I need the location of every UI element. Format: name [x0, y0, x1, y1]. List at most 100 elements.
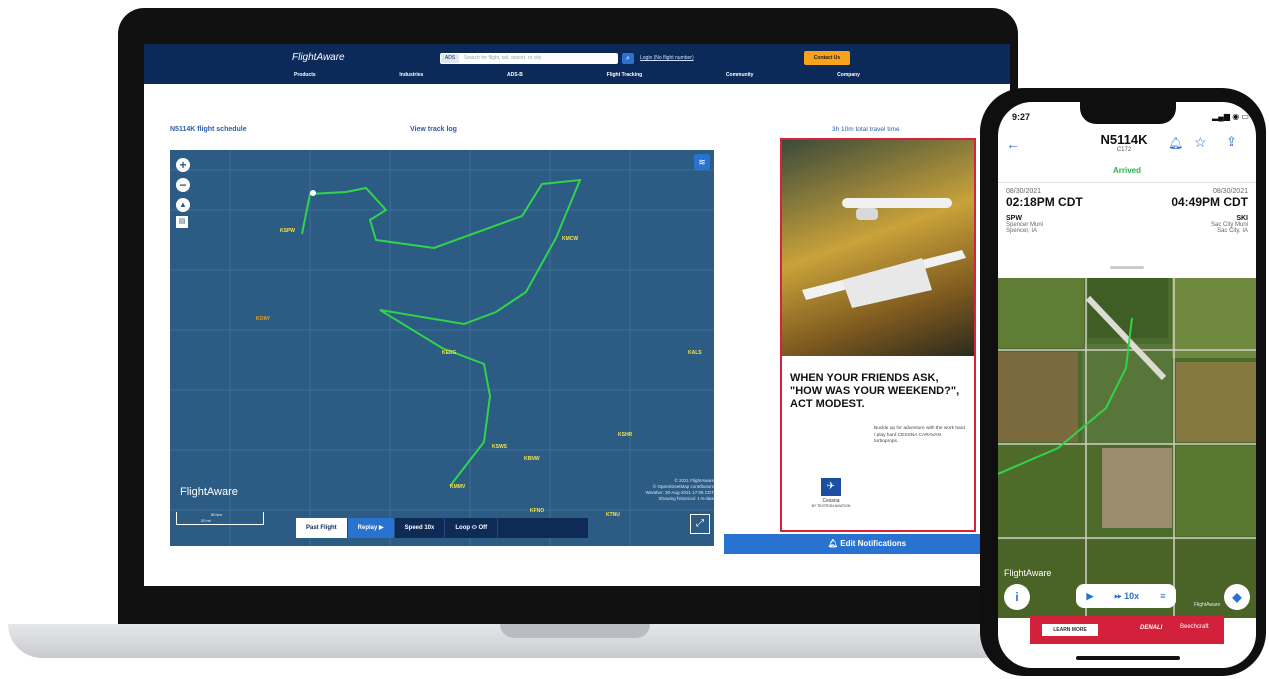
- toggle-icon: ⬭: [471, 525, 477, 531]
- search-placeholder: Search for flight, tail, airport, or cit…: [464, 55, 542, 61]
- arrival-date: 08/30/2021: [1212, 188, 1248, 195]
- phone-screen: 9:27 ▂▄▆ ◉ ▭ ← N5114K C172 🔔︎ ☆ ⇪ Arrive…: [998, 102, 1256, 668]
- ad-body: Buckle up for adventure with the work ha…: [874, 426, 965, 444]
- phone-replay-controls: ▶ ⏩︎ 10x ≡: [1076, 584, 1176, 608]
- search-input[interactable]: ADS Search for flight, tail, airport, or…: [440, 53, 618, 64]
- loop-state: Off: [478, 525, 488, 531]
- flight-map[interactable]: + − ▲ ▤ ≋ KSPW KMCW KOAY KEDG KALS KSHR …: [170, 150, 714, 546]
- ad-brand-beechcraft: Beechcraft: [1180, 624, 1209, 630]
- airport-label[interactable]: KSPW: [280, 228, 295, 234]
- airport-label[interactable]: KSHR: [618, 432, 632, 438]
- speed-button[interactable]: ⏩︎ 10x: [1114, 591, 1139, 602]
- back-arrow-icon: ←: [1006, 136, 1020, 152]
- cessna-ad[interactable]: WHEN YOUR FRIENDS ASK, "HOW WAS YOUR WEE…: [780, 138, 976, 532]
- airport-label[interactable]: KMMV: [450, 484, 465, 490]
- learn-more-button[interactable]: LEARN MORE: [1042, 624, 1098, 636]
- print-button[interactable]: ▤: [176, 216, 188, 228]
- ad-brand-sub: BY TEXTRON AVIATION: [811, 504, 851, 508]
- replay-controls: Past Flight Replay ▶ Speed 10x Loop ⬭ Of…: [296, 518, 588, 538]
- flight-title: N5114K C172: [1094, 132, 1154, 153]
- phone-map-watermark: FlightAware: [1194, 602, 1221, 608]
- airport-label[interactable]: KEDG: [442, 350, 456, 356]
- ad-aircraft-photo: [782, 140, 974, 356]
- arrival-code[interactable]: SKI: [1171, 215, 1248, 222]
- fast-forward-icon: ⏩︎: [1114, 590, 1122, 601]
- track-log-link[interactable]: View track log: [410, 126, 457, 133]
- airport-label[interactable]: KSWS: [492, 444, 507, 450]
- sheet-handle[interactable]: [1110, 266, 1144, 269]
- fullscreen-button[interactable]: ⤢: [690, 514, 710, 534]
- map-flightaware-logo: FlightAware: [180, 486, 238, 498]
- main-nav: Products Industries ADS-B Flight Trackin…: [294, 72, 860, 80]
- nav-products[interactable]: Products: [294, 72, 316, 80]
- laptop-notch: [500, 624, 650, 638]
- nav-ads-b[interactable]: ADS-B: [507, 72, 523, 80]
- star-icon: ☆: [1194, 134, 1207, 150]
- flight-track: [301, 178, 582, 487]
- layers-button[interactable]: ≋: [694, 154, 710, 170]
- map-attribution: © 2021 FlightAware © OpenStreetMap contr…: [610, 478, 714, 502]
- play-button[interactable]: ▶: [1087, 591, 1094, 602]
- airplane-icon: [802, 198, 966, 308]
- ad-brand-denali: DENALI: [1140, 625, 1163, 631]
- search-button[interactable]: ⌕: [622, 53, 634, 64]
- replay-button[interactable]: Replay ▶: [347, 518, 395, 538]
- tail-number: N5114K: [1100, 132, 1148, 147]
- compass-icon: ▲: [179, 200, 187, 209]
- nav-flight-tracking[interactable]: Flight Tracking: [607, 72, 643, 80]
- airport-label[interactable]: KOAY: [256, 316, 270, 322]
- print-icon: ▤: [178, 218, 186, 225]
- flightaware-logo[interactable]: FlightAware: [292, 52, 345, 63]
- phone-ad-banner[interactable]: LEARN MORE DENALI Beechcraft: [1030, 616, 1224, 644]
- edit-notifications-button[interactable]: 🔔︎ Edit Notifications: [724, 534, 1010, 554]
- flight-schedule-link[interactable]: N5114K flight schedule: [170, 126, 247, 133]
- speed-control[interactable]: Speed 10x: [395, 518, 446, 538]
- cessna-logo-icon: ✈: [821, 478, 841, 496]
- laptop-screen: FlightAware ADS Search for flight, tail,…: [144, 44, 1010, 586]
- compass-button[interactable]: ▲: [176, 198, 190, 212]
- scale-mi: 20 mi: [201, 518, 211, 523]
- aircraft-marker[interactable]: [310, 190, 316, 196]
- home-indicator[interactable]: [1076, 656, 1180, 660]
- layers-button[interactable]: ◆: [1224, 584, 1250, 610]
- register-link[interactable]: Login (No flight number): [640, 55, 694, 61]
- aircraft-type: C172: [1116, 147, 1132, 153]
- departure-block: 08/30/2021 02:18PM CDT SPW Spencer Muni …: [1006, 188, 1083, 234]
- airport-label[interactable]: KTNU: [606, 512, 620, 518]
- airport-label[interactable]: KALS: [688, 350, 702, 356]
- flight-status: Arrived: [1112, 166, 1141, 175]
- site-header: FlightAware ADS Search for flight, tail,…: [144, 44, 1010, 84]
- airport-label[interactable]: KFNO: [530, 508, 544, 514]
- arrival-time: 04:49PM CDT: [1171, 195, 1248, 209]
- favorite-button[interactable]: ☆: [1194, 134, 1207, 151]
- nav-industries[interactable]: Industries: [399, 72, 423, 80]
- share-button[interactable]: ⇪: [1226, 134, 1237, 150]
- phone-satellite-map[interactable]: FlightAware i ◆ ▶ ⏩︎ 10x ≡ FlightAware: [998, 278, 1256, 618]
- phone-map-logo: FlightAware: [1004, 568, 1052, 578]
- bell-icon: 🔔︎: [1168, 136, 1184, 150]
- contact-button[interactable]: Contact Us: [804, 51, 850, 65]
- search-type-chip[interactable]: ADS: [441, 54, 459, 63]
- info-button[interactable]: i: [1004, 584, 1030, 610]
- nav-company[interactable]: Company: [837, 72, 860, 80]
- loop-toggle[interactable]: Loop ⬭ Off: [445, 518, 499, 538]
- airport-label[interactable]: KBNW: [524, 456, 540, 462]
- arrival-block: 08/30/2021 04:49PM CDT SKI Sac City Muni…: [1171, 188, 1248, 234]
- play-icon: ▶: [379, 525, 384, 531]
- airport-label[interactable]: KMCW: [562, 236, 578, 242]
- alert-button[interactable]: 🔔︎: [1168, 136, 1183, 150]
- share-icon: ⇪: [1226, 134, 1237, 149]
- phone-speed: 10x: [1124, 590, 1140, 601]
- satellite-canvas: [998, 278, 1256, 618]
- back-button[interactable]: ←: [1006, 136, 1020, 152]
- scale-km: 50 km: [211, 512, 222, 517]
- past-flight-tab[interactable]: Past Flight: [296, 518, 348, 538]
- zoom-in-button[interactable]: +: [176, 158, 190, 172]
- departure-code[interactable]: SPW: [1006, 215, 1083, 222]
- bell-icon: 🔔︎: [827, 539, 839, 548]
- speed-label: Speed: [404, 525, 423, 531]
- zoom-out-button[interactable]: −: [176, 178, 190, 192]
- menu-button[interactable]: ≡: [1160, 591, 1165, 601]
- expand-icon: ⤢: [696, 518, 704, 529]
- nav-community[interactable]: Community: [726, 72, 754, 80]
